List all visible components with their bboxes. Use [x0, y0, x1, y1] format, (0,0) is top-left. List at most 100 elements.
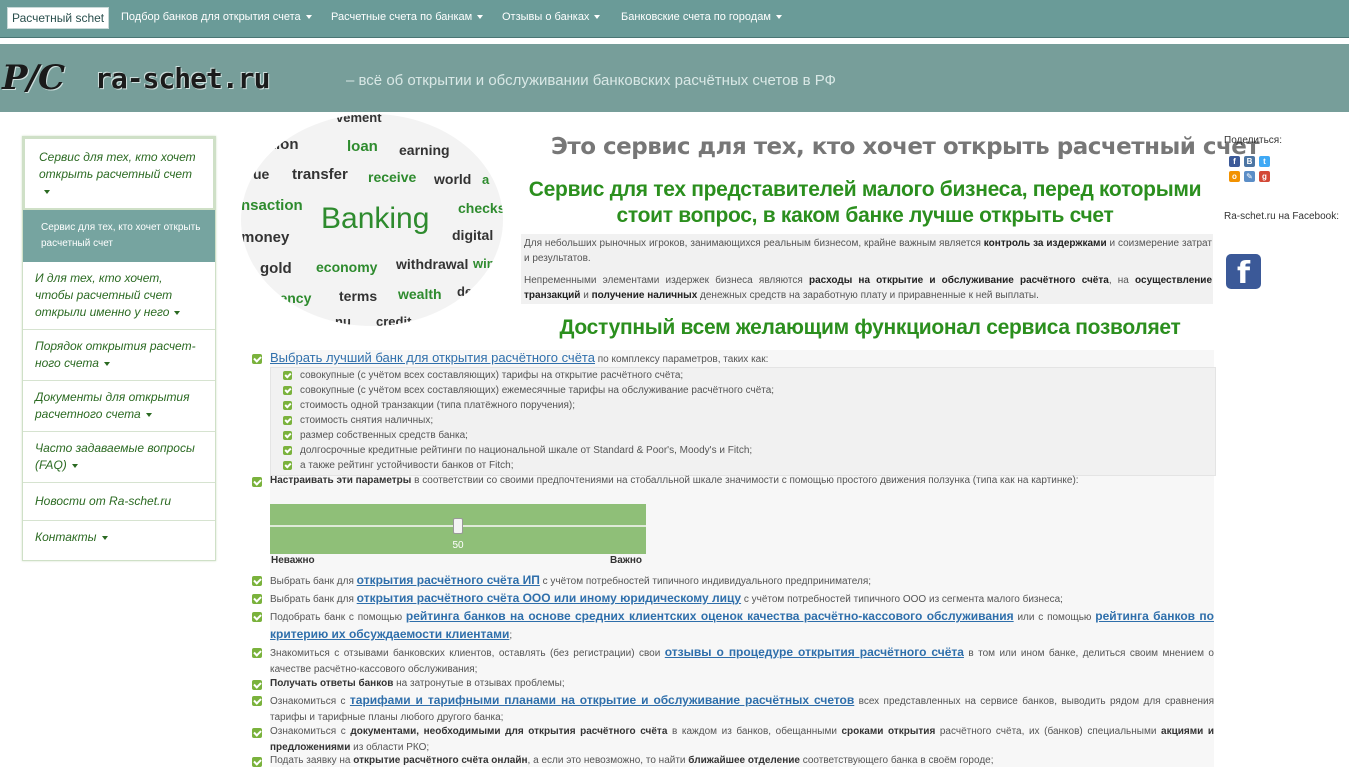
- cloud-word: economy: [316, 259, 378, 275]
- sidebar-item-label: И для тех, кто хочет, чтобы расчетный сч…: [35, 271, 173, 319]
- top-navbar: Расчетный schet Подбор банков для открыт…: [0, 0, 1349, 38]
- sidebar-item-label: Сервис для тех, кто хочет открыть расчет…: [39, 150, 196, 181]
- cloud-word: ue: [253, 166, 270, 182]
- chevron-down-icon: [174, 310, 181, 315]
- sidebar-item-faq[interactable]: Часто задаваемые вопросы (FAQ): [23, 432, 215, 483]
- criteria-item: а также рейтинг устойчивости банков от F…: [300, 460, 514, 471]
- criteria-item: долгосрочные кредитные рейтинги по нацио…: [300, 445, 753, 456]
- chevron-down-icon: [103, 361, 110, 366]
- odnoklassniki-icon[interactable]: о: [1229, 171, 1240, 182]
- cloud-word: ization: [251, 136, 299, 153]
- ooo-account-link[interactable]: открытия расчётного счёта ООО или иному …: [357, 591, 741, 605]
- features-heading: Доступный всем желающим функционал серви…: [559, 316, 1181, 339]
- sidebar-item-service[interactable]: Сервис для тех, кто хочет открыть расчет…: [23, 137, 215, 210]
- feature-documents: Ознакомиться с документами, необходимыми…: [270, 726, 1214, 753]
- cloud-word: credit: [376, 314, 412, 326]
- checkmark-icon: [283, 461, 292, 470]
- nav-accounts-by-bank-label: Расчетные счета по банкам: [331, 11, 473, 23]
- chevron-down-icon: [101, 535, 108, 540]
- sidebar-item-label: Новости от Ra-schet.ru: [35, 494, 172, 508]
- cloud-word: win: [473, 256, 495, 271]
- criteria-item: совокупные (с учётом всех составляющих) …: [300, 370, 684, 381]
- cloud-word: Banking: [321, 202, 430, 235]
- checkmark-icon: [283, 386, 292, 395]
- checkmark-icon: [252, 354, 262, 364]
- sidebar-menu: Сервис для тех, кто хочет открыть расчет…: [22, 136, 216, 561]
- logo-text[interactable]: ra-schet.ru: [95, 62, 270, 95]
- criteria-item: совокупные (с учётом всех составляющих) …: [300, 385, 775, 396]
- slider-max-label: Важно: [610, 555, 643, 566]
- sidebar-item-documents[interactable]: Документы для открытия расчетного счета: [23, 381, 215, 432]
- sidebar-item-procedure[interactable]: Порядок открытия расчет-ного счета: [23, 330, 215, 381]
- cloud-word: earning: [399, 142, 450, 158]
- vk-icon[interactable]: B: [1244, 156, 1255, 167]
- googleplus-icon[interactable]: g: [1259, 171, 1270, 182]
- feature-configure-params: Настраивать эти параметры в соответствии…: [270, 475, 1079, 486]
- cloud-word: checks: [458, 200, 503, 216]
- cloud-word: wealth: [398, 286, 442, 302]
- nav-accounts-by-city-label: Банковские счета по городам: [621, 11, 771, 23]
- facebook-icon[interactable]: f: [1229, 156, 1240, 167]
- intro-paragraph-1: Для небольших рыночных игроков, занимающ…: [524, 238, 1212, 264]
- site-tagline: – всё об открытии и обслуживании банковс…: [346, 72, 836, 89]
- nav-bank-selection-label: Подбор банков для открытия счета: [121, 11, 301, 23]
- checkmark-icon: [252, 612, 262, 622]
- cloud-word: rency: [274, 290, 312, 306]
- nav-accounts-by-bank[interactable]: Расчетные счета по банкам: [331, 11, 484, 23]
- cloud-word: a: [482, 172, 490, 187]
- twitter-icon[interactable]: t: [1259, 156, 1270, 167]
- cloud-word: transfer: [292, 166, 348, 183]
- tariffs-link[interactable]: тарифами и тарифными планами на открытие…: [350, 693, 854, 707]
- feature-reviews: Знакомиться с отзывами банковских клиент…: [270, 645, 1214, 675]
- banking-word-cloud-image: vement ization loan earning ue transfer …: [241, 114, 503, 326]
- sidebar-item-contacts[interactable]: Контакты: [23, 521, 215, 560]
- sidebar-item-news[interactable]: Новости от Ra-schet.ru: [23, 483, 215, 521]
- checkmark-icon: [252, 728, 262, 738]
- slider-handle[interactable]: [453, 518, 463, 534]
- chevron-down-icon: [71, 463, 78, 468]
- intro-paragraph-2: Непременными элементами издержек бизнеса…: [524, 275, 1213, 301]
- share-label: Поделиться:: [1224, 135, 1282, 146]
- checkmark-icon: [252, 477, 262, 487]
- checkmark-icon: [252, 757, 262, 767]
- importance-slider[interactable]: 50: [270, 504, 646, 554]
- checkmark-icon: [283, 371, 292, 380]
- cloud-word: terms: [339, 288, 378, 304]
- criteria-item: стоимость одной транзакции (типа платёжн…: [300, 400, 576, 411]
- choose-best-bank-link[interactable]: Выбрать лучший банк для открытия расчётн…: [270, 350, 595, 365]
- facebook-icon[interactable]: f: [1226, 254, 1261, 291]
- feature-ip-account: Выбрать банк для открытия расчётного счё…: [270, 573, 872, 587]
- brand-link[interactable]: Расчетный schet: [7, 7, 110, 29]
- cloud-word: de: [457, 284, 473, 299]
- checkmark-icon: [283, 416, 292, 425]
- sidebar-item-label: Порядок открытия расчет-ного счета: [35, 339, 196, 370]
- sidebar-subitem-label: Сервис для тех, кто хочет открыть расчет…: [41, 222, 201, 249]
- feature-apply-online: Подать заявку на открытие расчётного счё…: [270, 755, 994, 766]
- criteria-item: размер собственных средств банка;: [300, 430, 468, 441]
- cloud-word: withdrawal: [396, 256, 469, 272]
- chevron-down-icon: [775, 15, 782, 20]
- slider-min-label: Неважно: [271, 555, 315, 566]
- checkmark-icon: [283, 431, 292, 440]
- livejournal-icon[interactable]: ✎: [1244, 171, 1255, 182]
- nav-bank-selection[interactable]: Подбор банков для открытия счета: [121, 11, 312, 23]
- cloud-word: vement: [336, 114, 382, 125]
- ip-account-link[interactable]: открытия расчётного счёта ИП: [357, 573, 540, 587]
- logo-mark[interactable]: Р/С: [2, 58, 65, 98]
- checkmark-icon: [283, 401, 292, 410]
- cloud-word: digital: [452, 227, 494, 243]
- nav-bank-reviews[interactable]: Отзывы о банках: [502, 11, 601, 23]
- checkmark-icon: [252, 576, 262, 586]
- nav-accounts-by-city[interactable]: Банковские счета по городам: [621, 11, 782, 23]
- cloud-word: receive: [368, 169, 417, 185]
- checkmark-icon: [252, 594, 262, 604]
- page-subtitle: Сервис для тех представителей малого биз…: [528, 178, 1202, 227]
- service-quality-rating-link[interactable]: рейтинга банков на основе средних клиент…: [406, 609, 1014, 623]
- reviews-link[interactable]: отзывы о процедуре открытия расчётного с…: [665, 645, 964, 659]
- feature-bank-answers: Получать ответы банков на затронутые в о…: [270, 678, 565, 689]
- checkmark-icon: [283, 446, 292, 455]
- sidebar-item-for-banks[interactable]: И для тех, кто хочет, чтобы расчетный сч…: [23, 262, 215, 330]
- page-title: Это сервис для тех, кто хочет открыть ра…: [551, 134, 1260, 160]
- sidebar-subitem-service[interactable]: Сервис для тех, кто хочет открыть расчет…: [23, 210, 215, 262]
- cloud-word: loan: [347, 138, 378, 155]
